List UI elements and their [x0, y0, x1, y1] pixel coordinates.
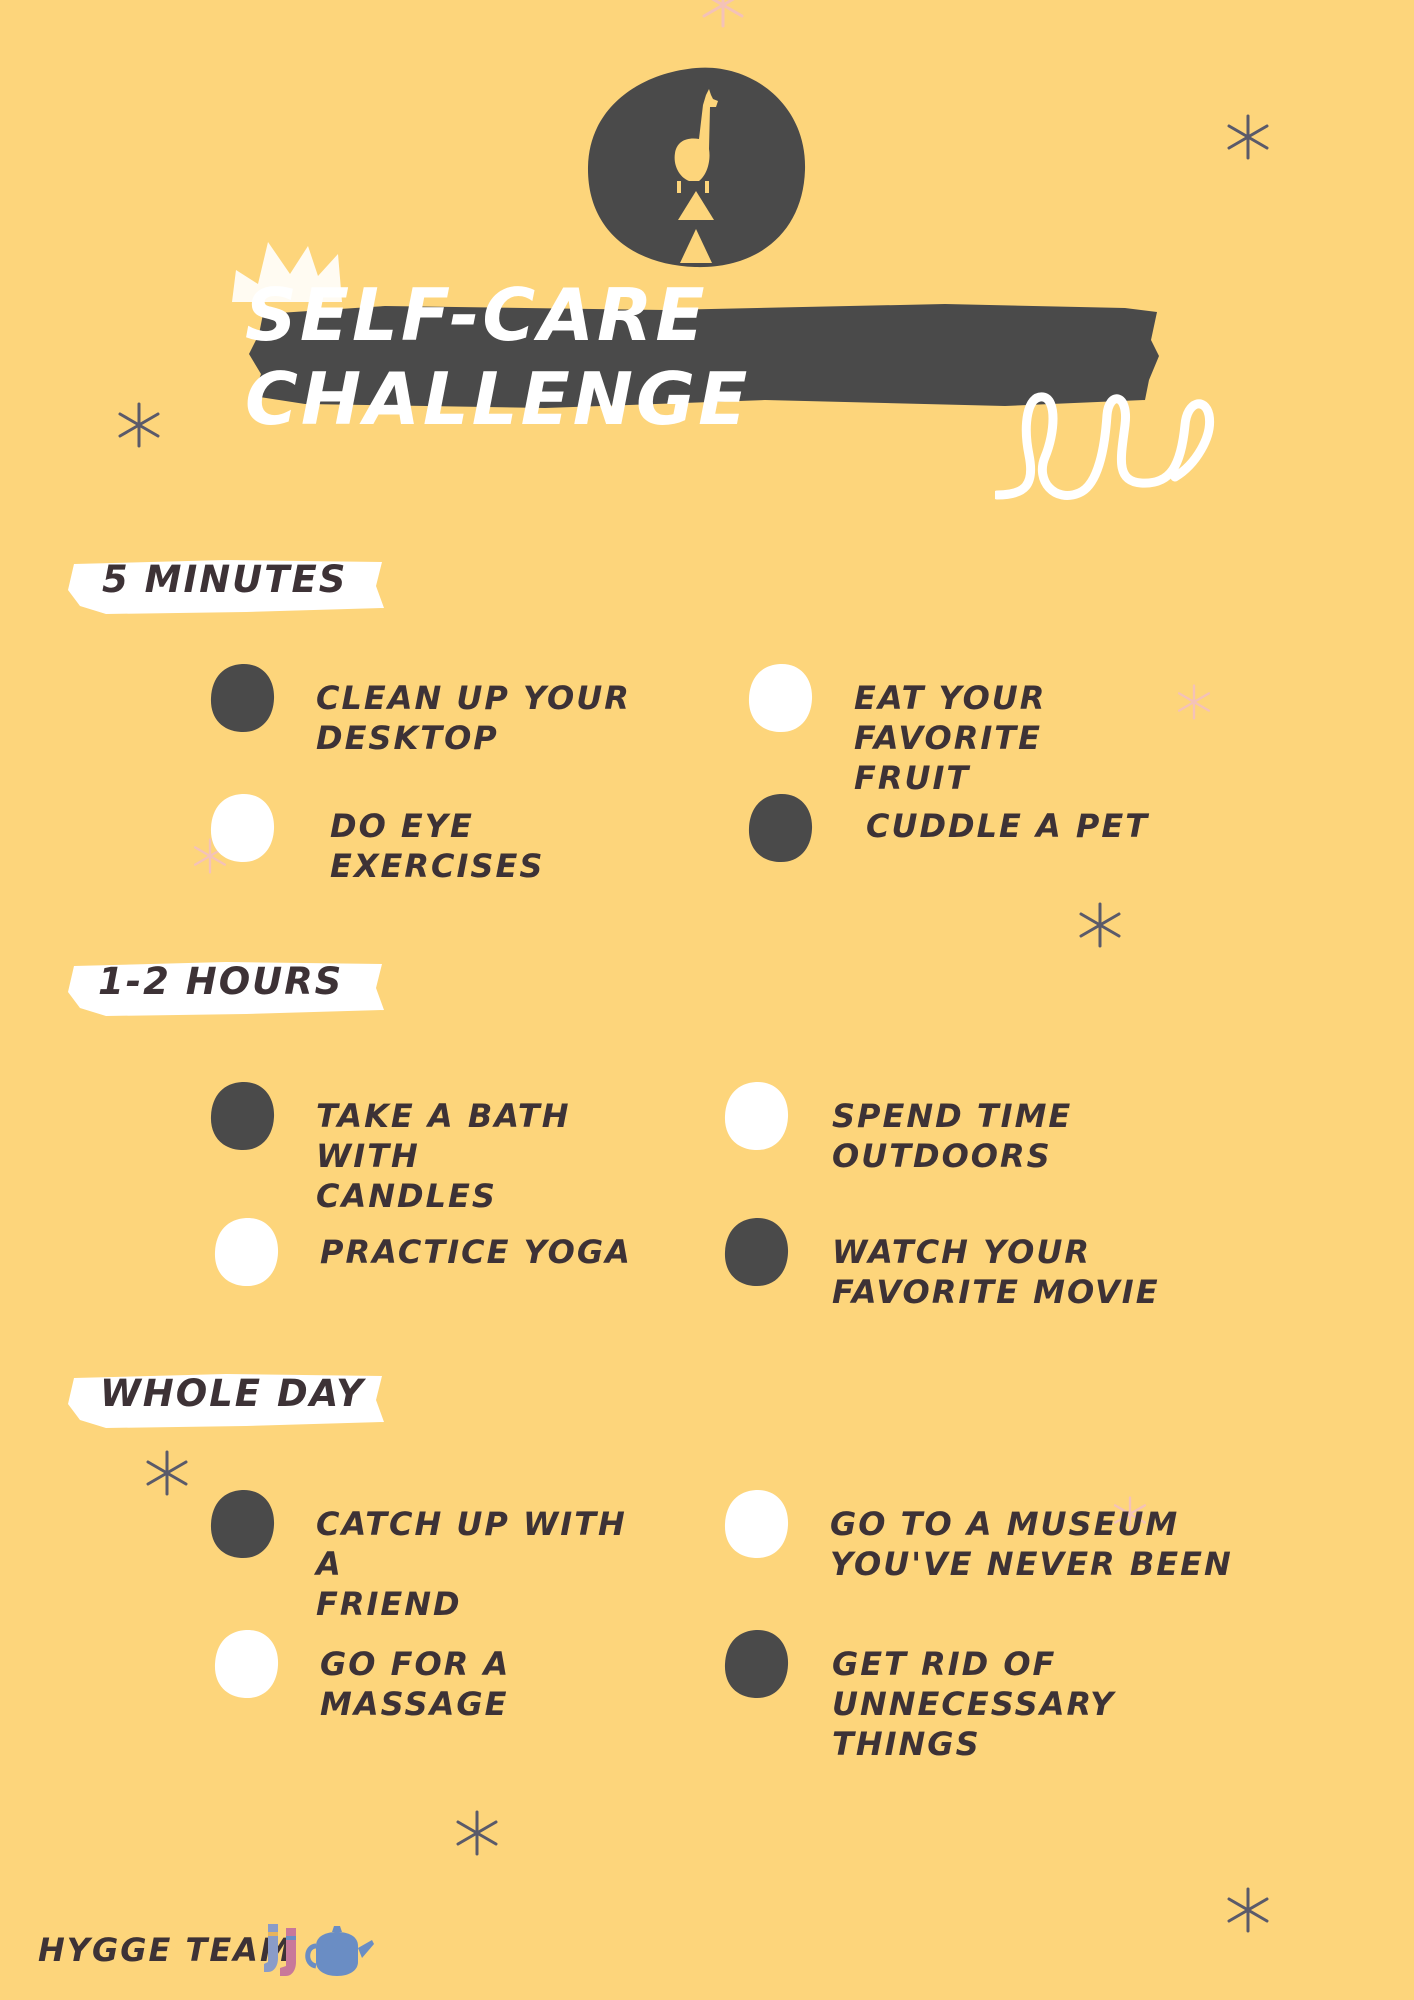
checkbox-circle-light[interactable]	[746, 662, 814, 734]
socks-icon	[264, 1924, 296, 1976]
checkbox-circle-dark[interactable]	[722, 1216, 790, 1288]
checkbox-circle-light[interactable]	[208, 792, 276, 864]
sparkle-star-icon	[118, 402, 160, 448]
swirl-doodle-icon	[995, 392, 1215, 500]
challenge-item: PRACTICE YOGA	[320, 1233, 632, 1271]
llama-hourglass-logo-icon	[587, 67, 806, 268]
section-heading-1-2-hours: 1-2 HOURS	[98, 960, 344, 1003]
checkbox-circle-light[interactable]	[212, 1216, 280, 1288]
checkbox-circle-dark[interactable]	[208, 1080, 276, 1152]
sparkle-star-icon	[456, 1810, 498, 1856]
challenge-item: CLEAN UP YOUR DESKTOP	[316, 679, 631, 757]
challenge-item: DO EYE EXERCISES	[330, 807, 545, 885]
section-heading-5-minutes: 5 MINUTES	[102, 558, 348, 601]
footer-team-name: HYGGE TEAM	[38, 1931, 294, 1969]
sparkle-star-icon	[1079, 902, 1121, 948]
challenge-item: EAT YOUR FAVORITE FRUIT	[854, 679, 1047, 797]
challenge-item: GO FOR A MASSAGE	[320, 1645, 511, 1723]
sparkle-star-icon	[1227, 1887, 1269, 1933]
teapot-icon	[305, 1926, 374, 1976]
checkbox-circle-light[interactable]	[212, 1628, 280, 1700]
self-care-poster: SELF-CARE CHALLENGE 5 MINUTES CLEAN UP Y…	[0, 0, 1414, 2000]
challenge-item: GET RID OF UNNECESSARY THINGS	[832, 1645, 1116, 1763]
sparkle-star-icon	[146, 1450, 188, 1496]
checkbox-circle-dark[interactable]	[208, 662, 276, 734]
challenge-item: WATCH YOUR FAVORITE MOVIE	[832, 1233, 1160, 1311]
checkbox-circle-dark[interactable]	[208, 1488, 276, 1560]
checkbox-circle-dark[interactable]	[722, 1628, 790, 1700]
challenge-item: TAKE A BATH WITH CANDLES	[316, 1097, 571, 1215]
checkbox-circle-light[interactable]	[722, 1080, 790, 1152]
checkbox-circle-light[interactable]	[722, 1488, 790, 1560]
sparkle-star-icon	[702, 0, 744, 28]
challenge-item: SPEND TIME OUTDOORS	[832, 1097, 1073, 1175]
challenge-item: CUDDLE A PET	[866, 807, 1150, 845]
checkbox-circle-dark[interactable]	[746, 792, 814, 864]
challenge-item: GO TO A MUSEUM YOU'VE NEVER BEEN	[830, 1505, 1233, 1583]
sparkle-star-icon	[1227, 114, 1269, 160]
section-heading-whole-day: WHOLE DAY	[100, 1372, 365, 1415]
challenge-item: CATCH UP WITH A FRIEND	[316, 1505, 627, 1623]
